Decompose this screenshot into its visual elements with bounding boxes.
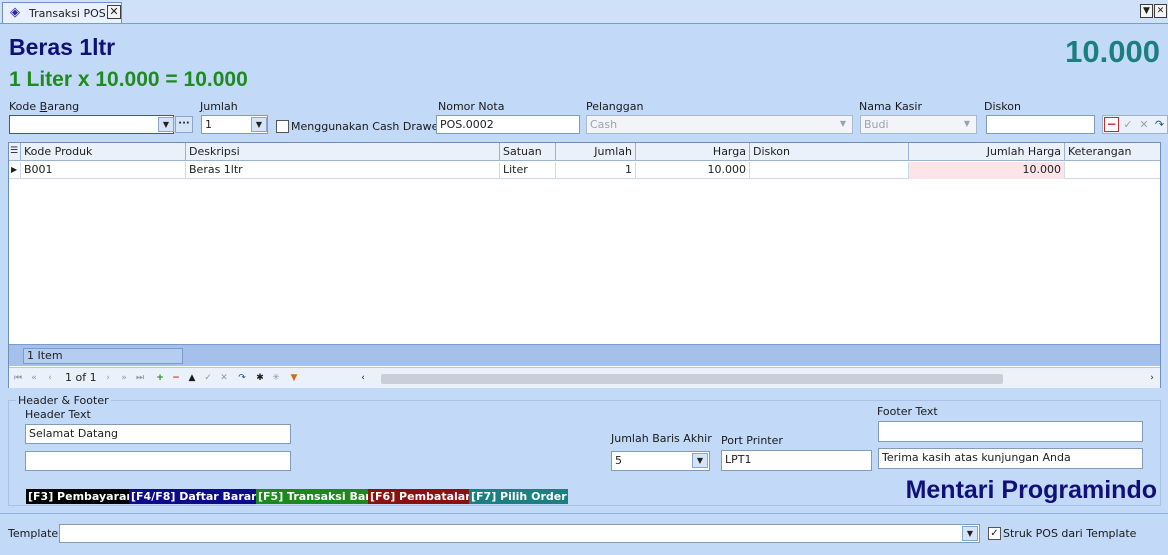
template-label: Template (8, 527, 59, 540)
chevron-down-icon[interactable]: ▼ (959, 117, 975, 132)
cell-jumlah-harga[interactable]: 10.000 (909, 162, 1065, 179)
column-harga[interactable]: Harga (636, 143, 750, 161)
grid-navigator: ⏮ « ‹ 1 of 1 › » ⏭ + − ▲ ✓ ✕ ↷ ✱ ✳ ▼ ‹ › (9, 367, 1160, 388)
grid-footer: 1 Item (9, 344, 1160, 366)
scroll-left-icon[interactable]: ‹ (356, 371, 370, 385)
column-jumlah[interactable]: Jumlah (556, 143, 636, 161)
price-calculation: 1 Liter x 10.000 = 10.000 (9, 68, 248, 91)
refresh-icon[interactable]: ↷ (235, 371, 249, 385)
grand-total: 10.000 (1065, 34, 1160, 69)
cash-drawer-checkbox[interactable] (276, 120, 289, 133)
f3-pembayaran-button[interactable]: [F3] Pembayaran (26, 489, 137, 504)
filter-icon[interactable]: ▼ (287, 371, 301, 385)
cell-deskripsi[interactable]: Beras 1ltr (186, 162, 500, 179)
header-text-line2[interactable] (25, 451, 291, 471)
footer-text-label: Footer Text (877, 405, 938, 418)
nomor-nota-label: Nomor Nota (438, 100, 505, 113)
nama-kasir-label: Nama Kasir (859, 100, 922, 113)
cash-drawer-label: Menggunakan Cash Drawer (291, 120, 443, 133)
close-icon[interactable]: ✕ (107, 5, 121, 19)
template-select[interactable] (59, 524, 980, 543)
prev-page-icon[interactable]: « (27, 371, 41, 385)
goto-bookmark-icon[interactable]: ✳ (269, 371, 283, 385)
page-indicator: 1 of 1 (65, 371, 97, 384)
scrollbar-thumb[interactable] (381, 374, 1003, 384)
header-text-label: Header Text (25, 408, 91, 421)
cancel-icon[interactable]: ✕ (1137, 117, 1151, 132)
pos-icon: ◈ (10, 5, 20, 20)
check-icon[interactable]: ✓ (1121, 117, 1135, 132)
divider (0, 513, 1168, 514)
port-printer-input[interactable]: LPT1 (721, 450, 872, 471)
tab-bar: ◈ Transaksi POS ✕ ▼ ✕ (0, 0, 1168, 24)
next-page-icon[interactable]: » (117, 371, 131, 385)
port-printer-label: Port Printer (721, 434, 783, 447)
scroll-right-icon[interactable]: › (1145, 371, 1159, 385)
footer-text-line1[interactable] (878, 421, 1143, 442)
cell-satuan[interactable]: Liter (500, 162, 556, 179)
header-footer-label: Header & Footer (16, 394, 111, 407)
item-count: 1 Item (23, 348, 183, 364)
cancel-edit-icon[interactable]: ✕ (217, 371, 231, 385)
cell-harga[interactable]: 10.000 (636, 162, 750, 179)
cell-jumlah[interactable]: 1 (556, 162, 636, 179)
diskon-input[interactable] (986, 115, 1095, 134)
brand-name: Mentari Programindo (905, 476, 1157, 504)
nomor-nota-input[interactable]: POS.0002 (436, 115, 580, 134)
table-row[interactable]: ▶ B001 Beras 1ltr Liter 1 10.000 10.000 (9, 162, 1160, 179)
remove-icon[interactable]: − (1104, 117, 1119, 132)
column-diskon[interactable]: Diskon (750, 143, 909, 161)
up-icon[interactable]: ▲ (185, 371, 199, 385)
grid-header: ☰ Kode Produk Deskripsi Satuan Jumlah Ha… (9, 143, 1160, 161)
tab-transaksi-pos[interactable]: ◈ Transaksi POS ✕ (2, 2, 122, 23)
jumlah-label: Jumlah (200, 100, 238, 113)
column-kode-produk[interactable]: Kode Produk (21, 143, 186, 161)
dropdown-icon[interactable]: ▼ (1140, 4, 1153, 18)
chevron-down-icon[interactable]: ▼ (962, 526, 978, 541)
jumlah-baris-label: Jumlah Baris Akhir (611, 432, 712, 445)
more-icon[interactable]: ··· (175, 116, 193, 133)
kode-barang-label: Kode Barang (9, 100, 80, 113)
pelanggan-label: Pelanggan (586, 100, 644, 113)
bookmark-icon[interactable]: ✱ (253, 371, 267, 385)
cell-kode[interactable]: B001 (21, 162, 186, 179)
f6-pembatalan-button[interactable]: [F6] Pembatalan (368, 489, 476, 504)
f7-pilih-order-button[interactable]: [F7] Pilih Order (469, 489, 568, 504)
product-grid: ☰ Kode Produk Deskripsi Satuan Jumlah Ha… (8, 142, 1161, 388)
column-jumlah-harga[interactable]: Jumlah Harga (909, 143, 1065, 161)
tab-title: Transaksi POS (29, 7, 106, 20)
cell-diskon[interactable] (750, 162, 909, 179)
chevron-down-icon[interactable]: ▼ (692, 453, 708, 468)
pelanggan-select[interactable]: Cash (586, 115, 853, 134)
header-text-line1[interactable]: Selamat Datang (25, 424, 291, 444)
prev-record-icon[interactable]: ‹ (43, 371, 57, 385)
struk-template-checkbox[interactable]: ✓ (988, 527, 1001, 540)
delete-record-icon[interactable]: − (169, 371, 183, 385)
next-record-icon[interactable]: › (101, 371, 115, 385)
last-page-icon[interactable]: ⏭ (133, 371, 147, 385)
column-chooser-icon[interactable]: ☰ (9, 143, 21, 161)
column-keterangan[interactable]: Keterangan (1065, 143, 1160, 161)
column-satuan[interactable]: Satuan (500, 143, 556, 161)
struk-template-label: Struk POS dari Template (1003, 527, 1137, 540)
first-page-icon[interactable]: ⏮ (11, 371, 25, 385)
chevron-down-icon[interactable]: ▼ (835, 117, 851, 132)
row-indicator-icon: ▶ (9, 162, 21, 179)
f4-daftar-barang-button[interactable]: [F4/F8] Daftar Barang (129, 489, 269, 504)
refresh-icon[interactable]: ↷ (1153, 117, 1166, 132)
column-deskripsi[interactable]: Deskripsi (186, 143, 500, 161)
footer-text-line2[interactable]: Terima kasih atas kunjungan Anda (878, 448, 1143, 469)
add-record-icon[interactable]: + (153, 371, 167, 385)
diskon-label: Diskon (984, 100, 1021, 113)
cell-keterangan[interactable] (1065, 162, 1160, 179)
f5-transaksi-baru-button[interactable]: [F5] Transaksi Baru (256, 489, 381, 504)
post-icon[interactable]: ✓ (201, 371, 215, 385)
chevron-down-icon[interactable]: ▼ (251, 117, 267, 132)
kode-barang-input[interactable] (9, 115, 174, 134)
product-name: Beras 1ltr (9, 34, 116, 60)
chevron-down-icon[interactable]: ▼ (158, 117, 174, 132)
close-window-icon[interactable]: ✕ (1154, 4, 1167, 18)
